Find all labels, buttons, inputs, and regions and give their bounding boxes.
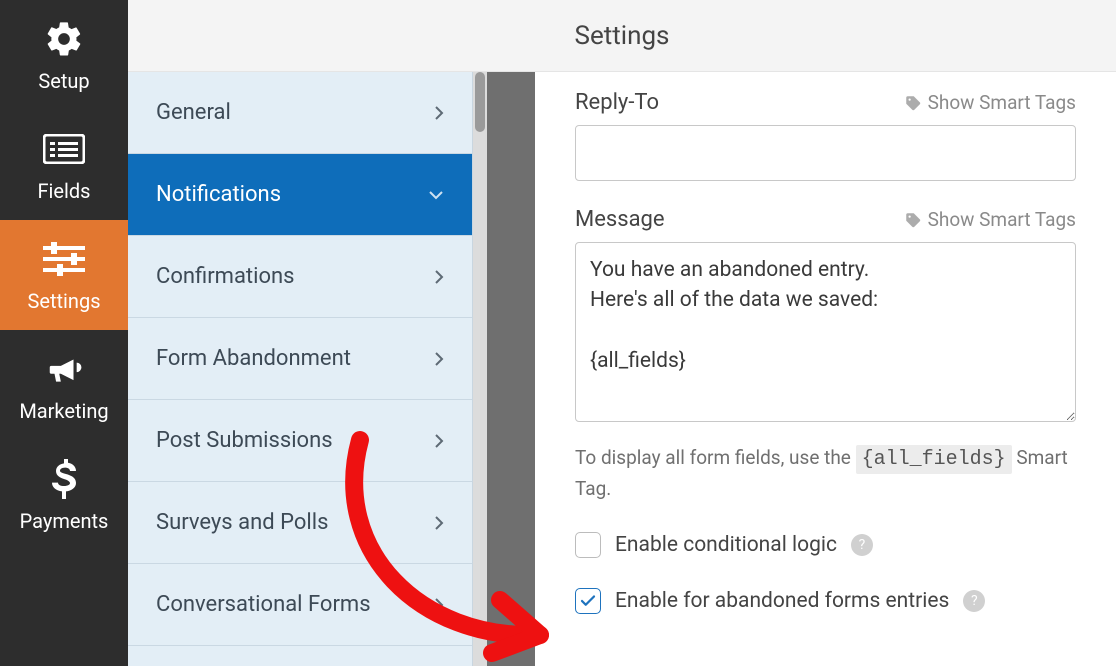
panel-gap	[487, 72, 535, 666]
abandoned-entries-row: Enable for abandoned forms entries ?	[575, 588, 1076, 614]
list-icon	[42, 127, 86, 171]
submenu-item-surveys-polls[interactable]: Surveys and Polls	[128, 482, 472, 564]
help-icon[interactable]: ?	[963, 590, 985, 612]
chevron-right-icon	[434, 105, 444, 121]
smart-tags-label: Show Smart Tags	[928, 208, 1076, 231]
rail-item-setup[interactable]: Setup	[0, 0, 128, 110]
submenu-item-notifications[interactable]: Notifications	[128, 154, 472, 236]
field-reply-to: Reply-To Show Smart Tags	[575, 90, 1076, 181]
rail-item-settings[interactable]: Settings	[0, 220, 128, 330]
show-smart-tags-button[interactable]: Show Smart Tags	[904, 91, 1076, 114]
conditional-logic-checkbox[interactable]	[575, 532, 601, 558]
rail-label: Setup	[38, 69, 89, 93]
reply-to-input[interactable]	[575, 125, 1076, 181]
chevron-right-icon	[434, 597, 444, 613]
check-icon	[579, 592, 597, 610]
rail-label: Fields	[38, 179, 91, 203]
submenu-label: Surveys and Polls	[156, 510, 328, 535]
scroll-thumb[interactable]	[475, 72, 485, 132]
submenu-item-general[interactable]: General	[128, 72, 472, 154]
help-code: {all_fields}	[856, 445, 1012, 474]
chevron-right-icon	[434, 433, 444, 449]
settings-submenu: General Notifications Confirmations Form…	[128, 72, 473, 666]
smart-tags-label: Show Smart Tags	[928, 91, 1076, 114]
help-prefix: To display all form fields, use the	[575, 446, 856, 469]
chevron-right-icon	[434, 515, 444, 531]
show-smart-tags-button[interactable]: Show Smart Tags	[904, 208, 1076, 231]
submenu-item-form-abandonment[interactable]: Form Abandonment	[128, 318, 472, 400]
submenu-label: Conversational Forms	[156, 592, 371, 617]
rail-label: Payments	[20, 509, 109, 533]
submenu-label: Notifications	[156, 182, 281, 207]
sliders-icon	[42, 237, 86, 281]
form-panel: Reply-To Show Smart Tags Message Show S	[535, 72, 1116, 666]
rail-label: Settings	[27, 289, 100, 313]
dollar-icon	[42, 457, 86, 501]
message-help-text: To display all form fields, use the {all…	[575, 444, 1076, 504]
rail-label: Marketing	[19, 399, 108, 423]
page-title: Settings	[128, 0, 1116, 72]
rail-item-marketing[interactable]: Marketing	[0, 330, 128, 440]
reply-to-label: Reply-To	[575, 90, 659, 115]
submenu-label: Confirmations	[156, 264, 295, 289]
abandoned-entries-label: Enable for abandoned forms entries	[615, 589, 949, 613]
message-textarea[interactable]	[575, 242, 1076, 422]
right-pane: Settings General Notifications Confirmat…	[128, 0, 1116, 666]
message-label: Message	[575, 207, 665, 232]
gear-icon	[42, 17, 86, 61]
chevron-down-icon	[428, 190, 444, 200]
abandoned-entries-checkbox[interactable]	[575, 588, 601, 614]
chevron-right-icon	[434, 351, 444, 367]
conditional-logic-label: Enable conditional logic	[615, 533, 837, 557]
submenu-item-post-submissions[interactable]: Post Submissions	[128, 400, 472, 482]
conditional-logic-row: Enable conditional logic ?	[575, 532, 1076, 558]
rail-item-fields[interactable]: Fields	[0, 110, 128, 220]
field-message: Message Show Smart Tags	[575, 207, 1076, 426]
rail-item-payments[interactable]: Payments	[0, 440, 128, 550]
workspace: General Notifications Confirmations Form…	[128, 72, 1116, 666]
submenu-item-conversational-forms[interactable]: Conversational Forms	[128, 564, 472, 646]
submenu-scrollbar[interactable]	[473, 72, 487, 666]
tag-icon	[904, 211, 922, 229]
submenu-label: Form Abandonment	[156, 346, 351, 371]
bullhorn-icon	[42, 347, 86, 391]
submenu-label: General	[156, 100, 231, 125]
nav-rail: Setup Fields Settings Marketing Payments	[0, 0, 128, 666]
submenu-label: Post Submissions	[156, 428, 333, 453]
submenu-item-confirmations[interactable]: Confirmations	[128, 236, 472, 318]
tag-icon	[904, 94, 922, 112]
chevron-right-icon	[434, 269, 444, 285]
help-icon[interactable]: ?	[851, 534, 873, 556]
